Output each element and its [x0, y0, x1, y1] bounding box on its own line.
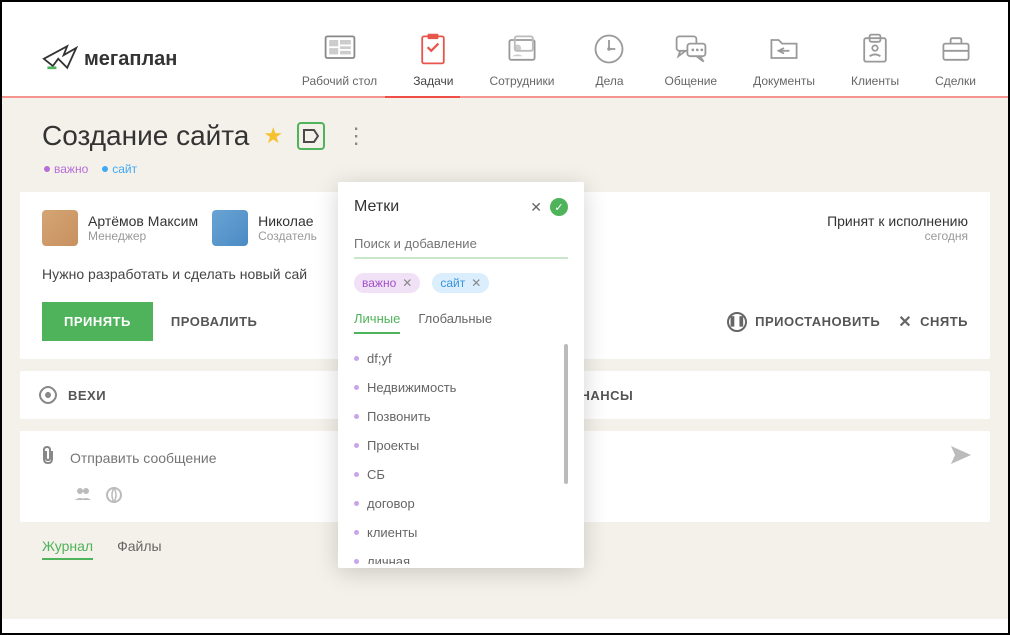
logo[interactable]: мегаплан — [42, 42, 177, 77]
popup-tab-personal[interactable]: Личные — [354, 311, 400, 334]
chat-icon — [672, 30, 710, 68]
tags-popup: Метки ✕ ✓ важно✕ сайт✕ Личные Глобальные… — [338, 182, 584, 568]
remove-tag-icon[interactable]: ✕ — [471, 276, 481, 290]
globe-icon[interactable] — [106, 487, 122, 508]
tab-files[interactable]: Файлы — [117, 538, 161, 560]
tag-item[interactable]: Позвонить — [354, 402, 568, 431]
folder-icon — [765, 30, 803, 68]
nav-employees[interactable]: Сотрудники — [489, 30, 554, 88]
tab-journal[interactable]: Журнал — [42, 538, 93, 560]
tag-item[interactable]: договор — [354, 489, 568, 518]
tag-chip-site[interactable]: сайт — [102, 162, 137, 176]
nav-agreements[interactable]: Сделки — [935, 30, 976, 88]
remove-button[interactable]: ✕ СНЯТЬ — [898, 312, 968, 332]
selected-tag-site[interactable]: сайт✕ — [432, 273, 489, 293]
logo-icon — [42, 42, 78, 77]
tag-search-input[interactable] — [354, 230, 568, 259]
popup-tag-list[interactable]: df;yf Недвижимость Позвонить Проекты СБ … — [354, 344, 568, 564]
employees-icon — [503, 30, 541, 68]
avatar — [212, 210, 248, 246]
popup-close-icon[interactable]: ✕ — [530, 199, 542, 216]
briefcase-icon — [937, 30, 975, 68]
favorite-star-icon[interactable]: ★ — [263, 123, 283, 149]
tag-item[interactable]: df;yf — [354, 344, 568, 373]
nav-desktop[interactable]: Рабочий стол — [302, 30, 377, 88]
nav-tasks[interactable]: Задачи — [413, 30, 453, 88]
tag-item[interactable]: личная — [354, 547, 568, 564]
title-row: Создание сайта ★ ⋮ — [20, 120, 990, 152]
nav-deals[interactable]: Дела — [590, 30, 628, 88]
page-tags: важно сайт — [20, 162, 990, 176]
send-icon[interactable] — [950, 445, 972, 471]
clients-icon — [856, 30, 894, 68]
more-menu-icon[interactable]: ⋮ — [339, 123, 373, 149]
nav-documents[interactable]: Документы — [753, 30, 815, 88]
tasks-icon — [414, 30, 452, 68]
pause-icon: ❚❚ — [727, 312, 747, 332]
tags-button[interactable] — [297, 122, 325, 150]
person-assignee[interactable]: Артёмов Максим Менеджер — [42, 210, 198, 246]
fail-button[interactable]: ПРОВАЛИТЬ — [171, 314, 258, 329]
status-block: Принят к исполнению сегодня — [827, 213, 968, 243]
remove-tag-icon[interactable]: ✕ — [402, 276, 412, 290]
people-icon[interactable] — [74, 487, 92, 508]
popup-confirm-icon[interactable]: ✓ — [550, 198, 568, 216]
clock-icon — [590, 30, 628, 68]
attachment-icon[interactable] — [38, 445, 56, 471]
avatar — [42, 210, 78, 246]
person-creator[interactable]: Николае Создатель — [212, 210, 317, 246]
milestone-icon — [38, 385, 58, 405]
selected-tags: важно✕ сайт✕ — [354, 273, 568, 293]
popup-title: Метки — [354, 198, 530, 216]
tag-item[interactable]: СБ — [354, 460, 568, 489]
popup-tabs: Личные Глобальные — [354, 311, 568, 334]
page-title: Создание сайта — [42, 120, 249, 152]
nav-clients[interactable]: Клиенты — [851, 30, 899, 88]
app-header: мегаплан Рабочий стол Задачи Сотрудники … — [2, 2, 1008, 96]
desktop-icon — [321, 30, 359, 68]
tag-item[interactable]: Недвижимость — [354, 373, 568, 402]
nav-chat[interactable]: Общение — [664, 30, 717, 88]
accept-button[interactable]: ПРИНЯТЬ — [42, 302, 153, 341]
close-icon: ✕ — [898, 312, 912, 332]
popup-tab-global[interactable]: Глобальные — [418, 311, 492, 334]
tag-chip-important[interactable]: важно — [44, 162, 88, 176]
pause-button[interactable]: ❚❚ ПРИОСТАНОВИТЬ — [727, 312, 880, 332]
logo-text: мегаплан — [84, 48, 177, 71]
top-nav: Рабочий стол Задачи Сотрудники Дела Обще… — [302, 30, 976, 88]
tag-item[interactable]: Проекты — [354, 431, 568, 460]
selected-tag-important[interactable]: важно✕ — [354, 273, 420, 293]
tag-item[interactable]: клиенты — [354, 518, 568, 547]
